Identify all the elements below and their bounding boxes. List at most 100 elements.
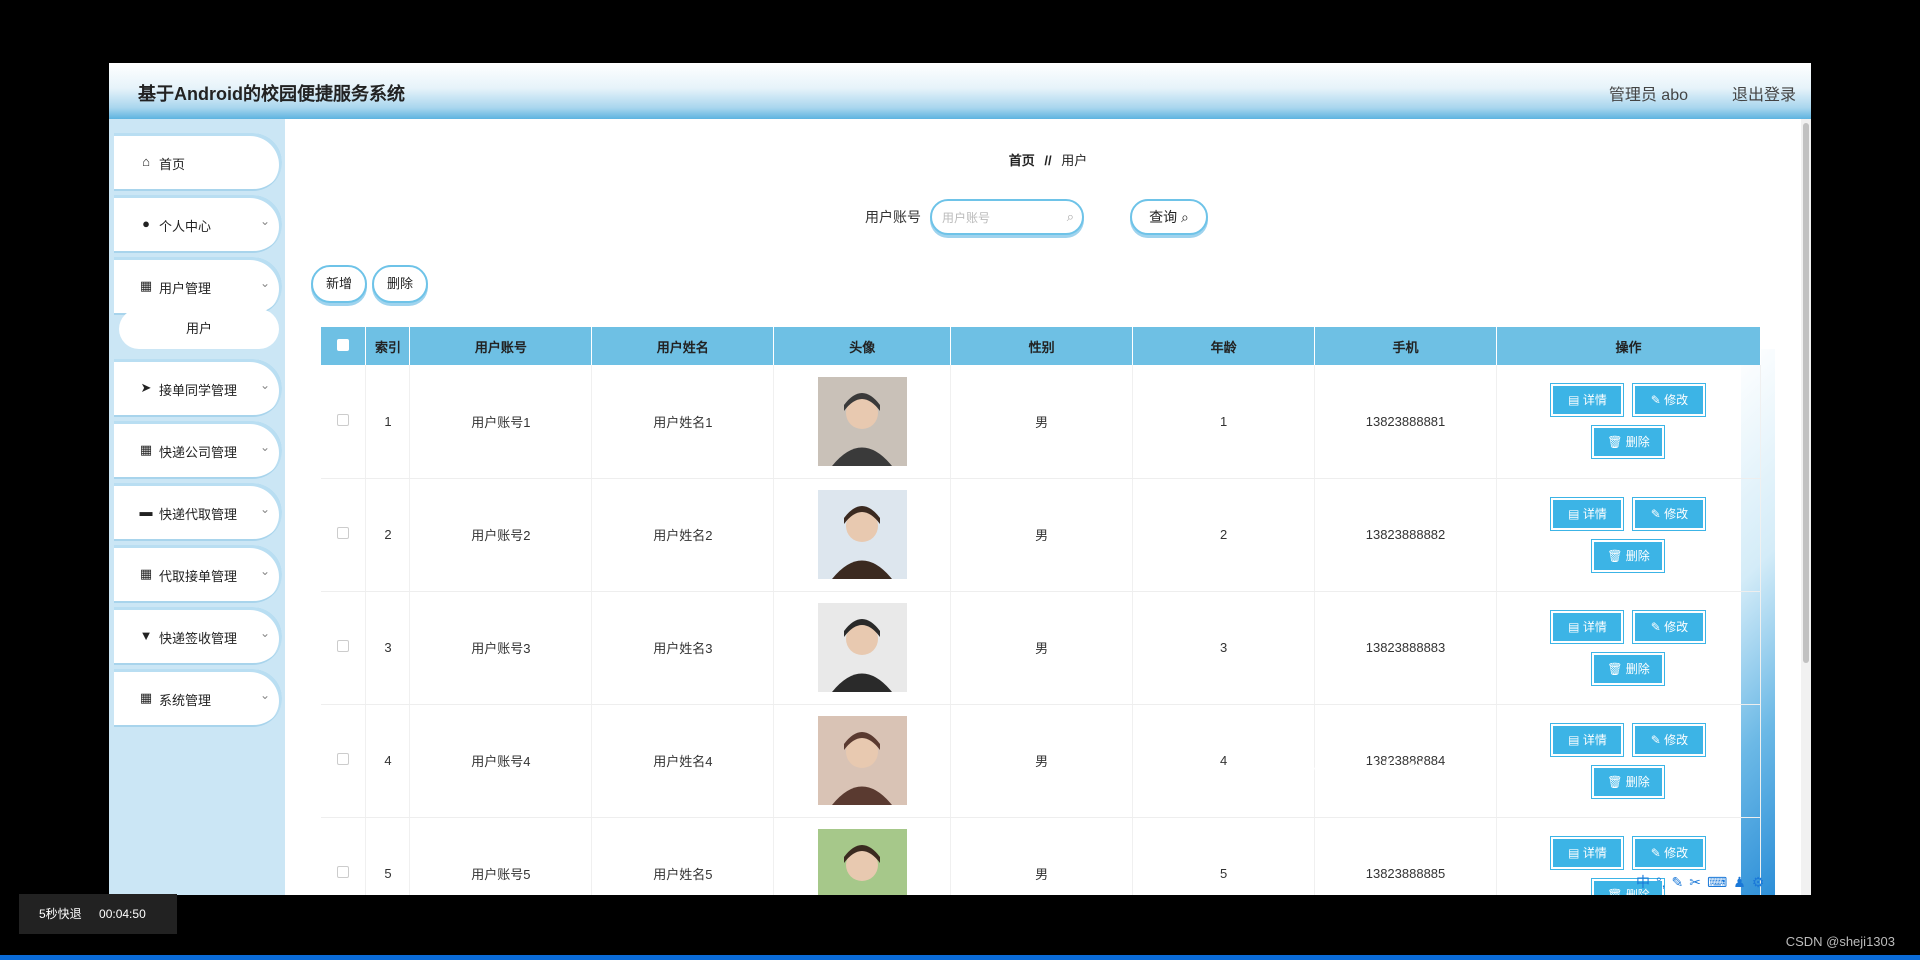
- age-cell: 3: [1132, 591, 1316, 705]
- gender-cell: 男: [950, 817, 1134, 895]
- edit-button[interactable]: ✎ 修改: [1632, 835, 1707, 870]
- detail-button[interactable]: ▤ 详情: [1550, 496, 1625, 531]
- row-checkbox[interactable]: [337, 640, 350, 652]
- sidebar-item[interactable]: ▦ 系统管理 ⌄: [114, 669, 282, 727]
- detail-button[interactable]: ▤ 详情: [1550, 722, 1625, 757]
- row-checkbox[interactable]: [337, 527, 350, 539]
- chevron-down-icon: ⌄: [259, 214, 270, 228]
- breadcrumb: 首页 // 用户: [285, 150, 1811, 169]
- row-select-cell: [321, 817, 367, 895]
- skip-back-label[interactable]: 5秒快退: [39, 907, 82, 921]
- row-select-cell: [321, 365, 367, 479]
- delete-button[interactable]: 🗑 删除: [1591, 538, 1666, 573]
- sidebar-item[interactable]: ▦ 代取接单管理 ⌄: [114, 545, 282, 603]
- search-input[interactable]: [942, 208, 1052, 228]
- document-icon: ▤: [1568, 393, 1583, 408]
- avatar-cell: [773, 817, 952, 895]
- name-cell: 用户姓名2: [591, 478, 775, 592]
- ime-mode-icon: 中: [1636, 874, 1650, 890]
- scissors-icon: ✂: [1689, 873, 1701, 890]
- delete-label: 删除: [1625, 774, 1650, 789]
- delete-button[interactable]: 🗑 删除: [1591, 651, 1666, 686]
- batch-delete-button[interactable]: 删除: [372, 265, 428, 303]
- sidebar-item[interactable]: ▦ 快递公司管理 ⌄: [114, 421, 282, 479]
- row-checkbox[interactable]: [337, 413, 350, 426]
- delete-label: 删除: [1625, 661, 1650, 676]
- ops-cell: ▤ 详情 ✎ 修改 🗑 删除: [1496, 591, 1762, 705]
- shirt-icon: ♟: [1733, 873, 1746, 890]
- home-icon: ⌂: [142, 154, 150, 169]
- delete-button[interactable]: 🗑 删除: [1591, 425, 1666, 460]
- avatar-cell: [773, 591, 952, 705]
- trash-icon: 🗑: [1607, 774, 1626, 789]
- row-checkbox[interactable]: [337, 753, 350, 765]
- sidebar-item-label: 快递签收管理: [159, 631, 238, 646]
- playback-time: 00:04:50: [99, 907, 146, 921]
- edit-button[interactable]: ✎ 修改: [1632, 383, 1707, 418]
- sidebar-item[interactable]: ⌂ 首页: [114, 133, 282, 191]
- age-cell: 4: [1132, 704, 1316, 818]
- sidebar-item[interactable]: ● 个人中心 ⌄: [114, 195, 282, 253]
- row-select-cell: [321, 704, 367, 818]
- video-progress-bar[interactable]: [0, 955, 1920, 960]
- name-cell: 用户姓名4: [591, 704, 775, 818]
- row-select-cell: [321, 591, 367, 705]
- search-field[interactable]: ⌕: [930, 199, 1084, 235]
- search-icon: ⌕: [1066, 209, 1074, 224]
- sidebar-item[interactable]: ▦ 用户管理 ⌄: [114, 257, 282, 315]
- table-header-row: 索引 用户账号 用户姓名 头像 性别 年龄 手机 操作: [321, 327, 1762, 365]
- query-button[interactable]: 查询 ⌕: [1130, 199, 1208, 235]
- edit-button[interactable]: ✎ 修改: [1632, 496, 1707, 531]
- sidebar: ⌂ 首页 ● 个人中心 ⌄ ▦ 用户管理 ⌄ ➤ 接单同学管理 ⌄ ▦ 快递公司管理 ⌄ ▬ 快递代取管理 ⌄ ▦…: [109, 119, 285, 895]
- avatar: [817, 490, 907, 579]
- age-cell: 5: [1132, 817, 1316, 895]
- sidebar-item[interactable]: ▬ 快递代取管理 ⌄: [114, 483, 282, 541]
- detail-button[interactable]: ▤ 详情: [1550, 383, 1625, 418]
- chevron-down-icon: ⌄: [259, 564, 270, 578]
- avatar-cell: [773, 478, 952, 592]
- phone-cell: 13823888882: [1314, 478, 1497, 592]
- ops-cell: ▤ 详情 ✎ 修改 🗑 删除: [1496, 704, 1762, 818]
- age-cell: 1: [1132, 365, 1316, 479]
- select-all-cell: [321, 327, 367, 365]
- sidebar-item[interactable]: ▼ 快递签收管理 ⌄: [114, 607, 282, 665]
- breadcrumb-home[interactable]: 首页: [1009, 153, 1035, 168]
- account-cell: 用户账号4: [409, 704, 593, 818]
- avatar: [817, 829, 907, 895]
- sidebar-item-label: 系统管理: [159, 693, 212, 708]
- trash-icon: 🗑: [1607, 661, 1626, 676]
- edit-icon: ✎: [1650, 619, 1665, 634]
- add-button[interactable]: 新增: [311, 265, 367, 303]
- detail-label: 详情: [1582, 845, 1607, 860]
- sidebar-item-label: 快递公司管理: [159, 445, 238, 460]
- name-cell: 用户姓名3: [591, 591, 775, 705]
- index-cell: 4: [365, 704, 411, 818]
- detail-button[interactable]: ▤ 详情: [1550, 835, 1625, 870]
- avatar-cell: [773, 365, 952, 479]
- document-icon: ▤: [1568, 506, 1583, 521]
- stamp-icon: ▼: [139, 628, 153, 643]
- delete-button[interactable]: 🗑 删除: [1591, 764, 1666, 799]
- app-title: 基于Android的校园便捷服务系统: [138, 84, 405, 104]
- search-label: 用户账号: [865, 209, 921, 225]
- scrollbar-thumb[interactable]: [1803, 123, 1809, 663]
- row-checkbox[interactable]: [337, 866, 350, 878]
- message-icon: ▬: [139, 504, 153, 519]
- breadcrumb-separator: //: [1044, 153, 1052, 168]
- detail-button[interactable]: ▤ 详情: [1550, 609, 1625, 644]
- top-bar: 基于Android的校园便捷服务系统 管理员 abo 退出登录: [109, 63, 1811, 119]
- column-header: 用户账号: [409, 327, 593, 365]
- ime-toolbar: 中 °, ✎ ✂ ⌨ ♟ ⚙: [1636, 872, 1811, 892]
- edit-button[interactable]: ✎ 修改: [1632, 609, 1707, 644]
- select-all-checkbox[interactable]: [337, 338, 350, 351]
- sidebar-subitem-user[interactable]: 用户: [119, 309, 279, 349]
- index-cell: 1: [365, 365, 411, 479]
- index-cell: 5: [365, 817, 411, 895]
- keyboard-icon: ⌨: [1706, 873, 1728, 890]
- grid-icon: ▦: [139, 278, 153, 293]
- sidebar-item[interactable]: ➤ 接单同学管理 ⌄: [114, 359, 282, 417]
- logout-link[interactable]: 退出登录: [1732, 81, 1796, 105]
- trash-icon: 🗑: [1607, 887, 1626, 896]
- scrollbar[interactable]: [1801, 119, 1811, 895]
- edit-button[interactable]: ✎ 修改: [1632, 722, 1707, 757]
